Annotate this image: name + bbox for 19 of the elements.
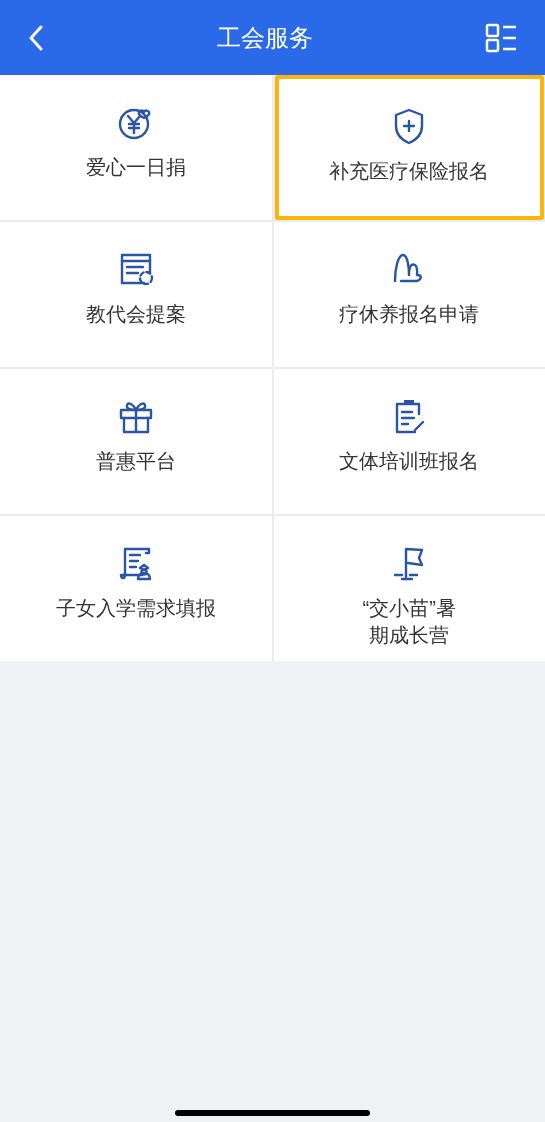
service-label: 文体培训班报名 (339, 449, 480, 474)
service-tile[interactable]: 补充医疗保险报名 (274, 75, 544, 220)
service-label: 普惠平台 (95, 449, 176, 474)
service-tile[interactable]: 文体培训班报名 (273, 369, 545, 514)
service-label: 教代会提案 (85, 302, 186, 327)
service-tile[interactable]: 疗休养报名申请 (273, 222, 545, 367)
service-tile[interactable]: “交小苗”暑期成长营 (273, 516, 545, 661)
menu-grid-icon[interactable] (485, 22, 517, 53)
service-tile[interactable]: 教代会提案 (0, 222, 272, 367)
service-label: 子女入学需求填报 (55, 596, 216, 621)
back-icon[interactable] (28, 24, 44, 51)
service-label: 补充医疗保险报名 (329, 159, 490, 184)
service-tile[interactable]: 普惠平台 (0, 369, 272, 514)
service-label: 疗休养报名申请 (339, 302, 480, 327)
service-tile[interactable]: 爱心一日捐 (0, 75, 272, 220)
page-title: 工会服务 (216, 22, 313, 53)
service-tile[interactable]: 子女入学需求填报 (0, 516, 272, 661)
service-label: “交小苗”暑期成长营 (362, 596, 457, 648)
service-label: 爱心一日捐 (85, 155, 186, 180)
